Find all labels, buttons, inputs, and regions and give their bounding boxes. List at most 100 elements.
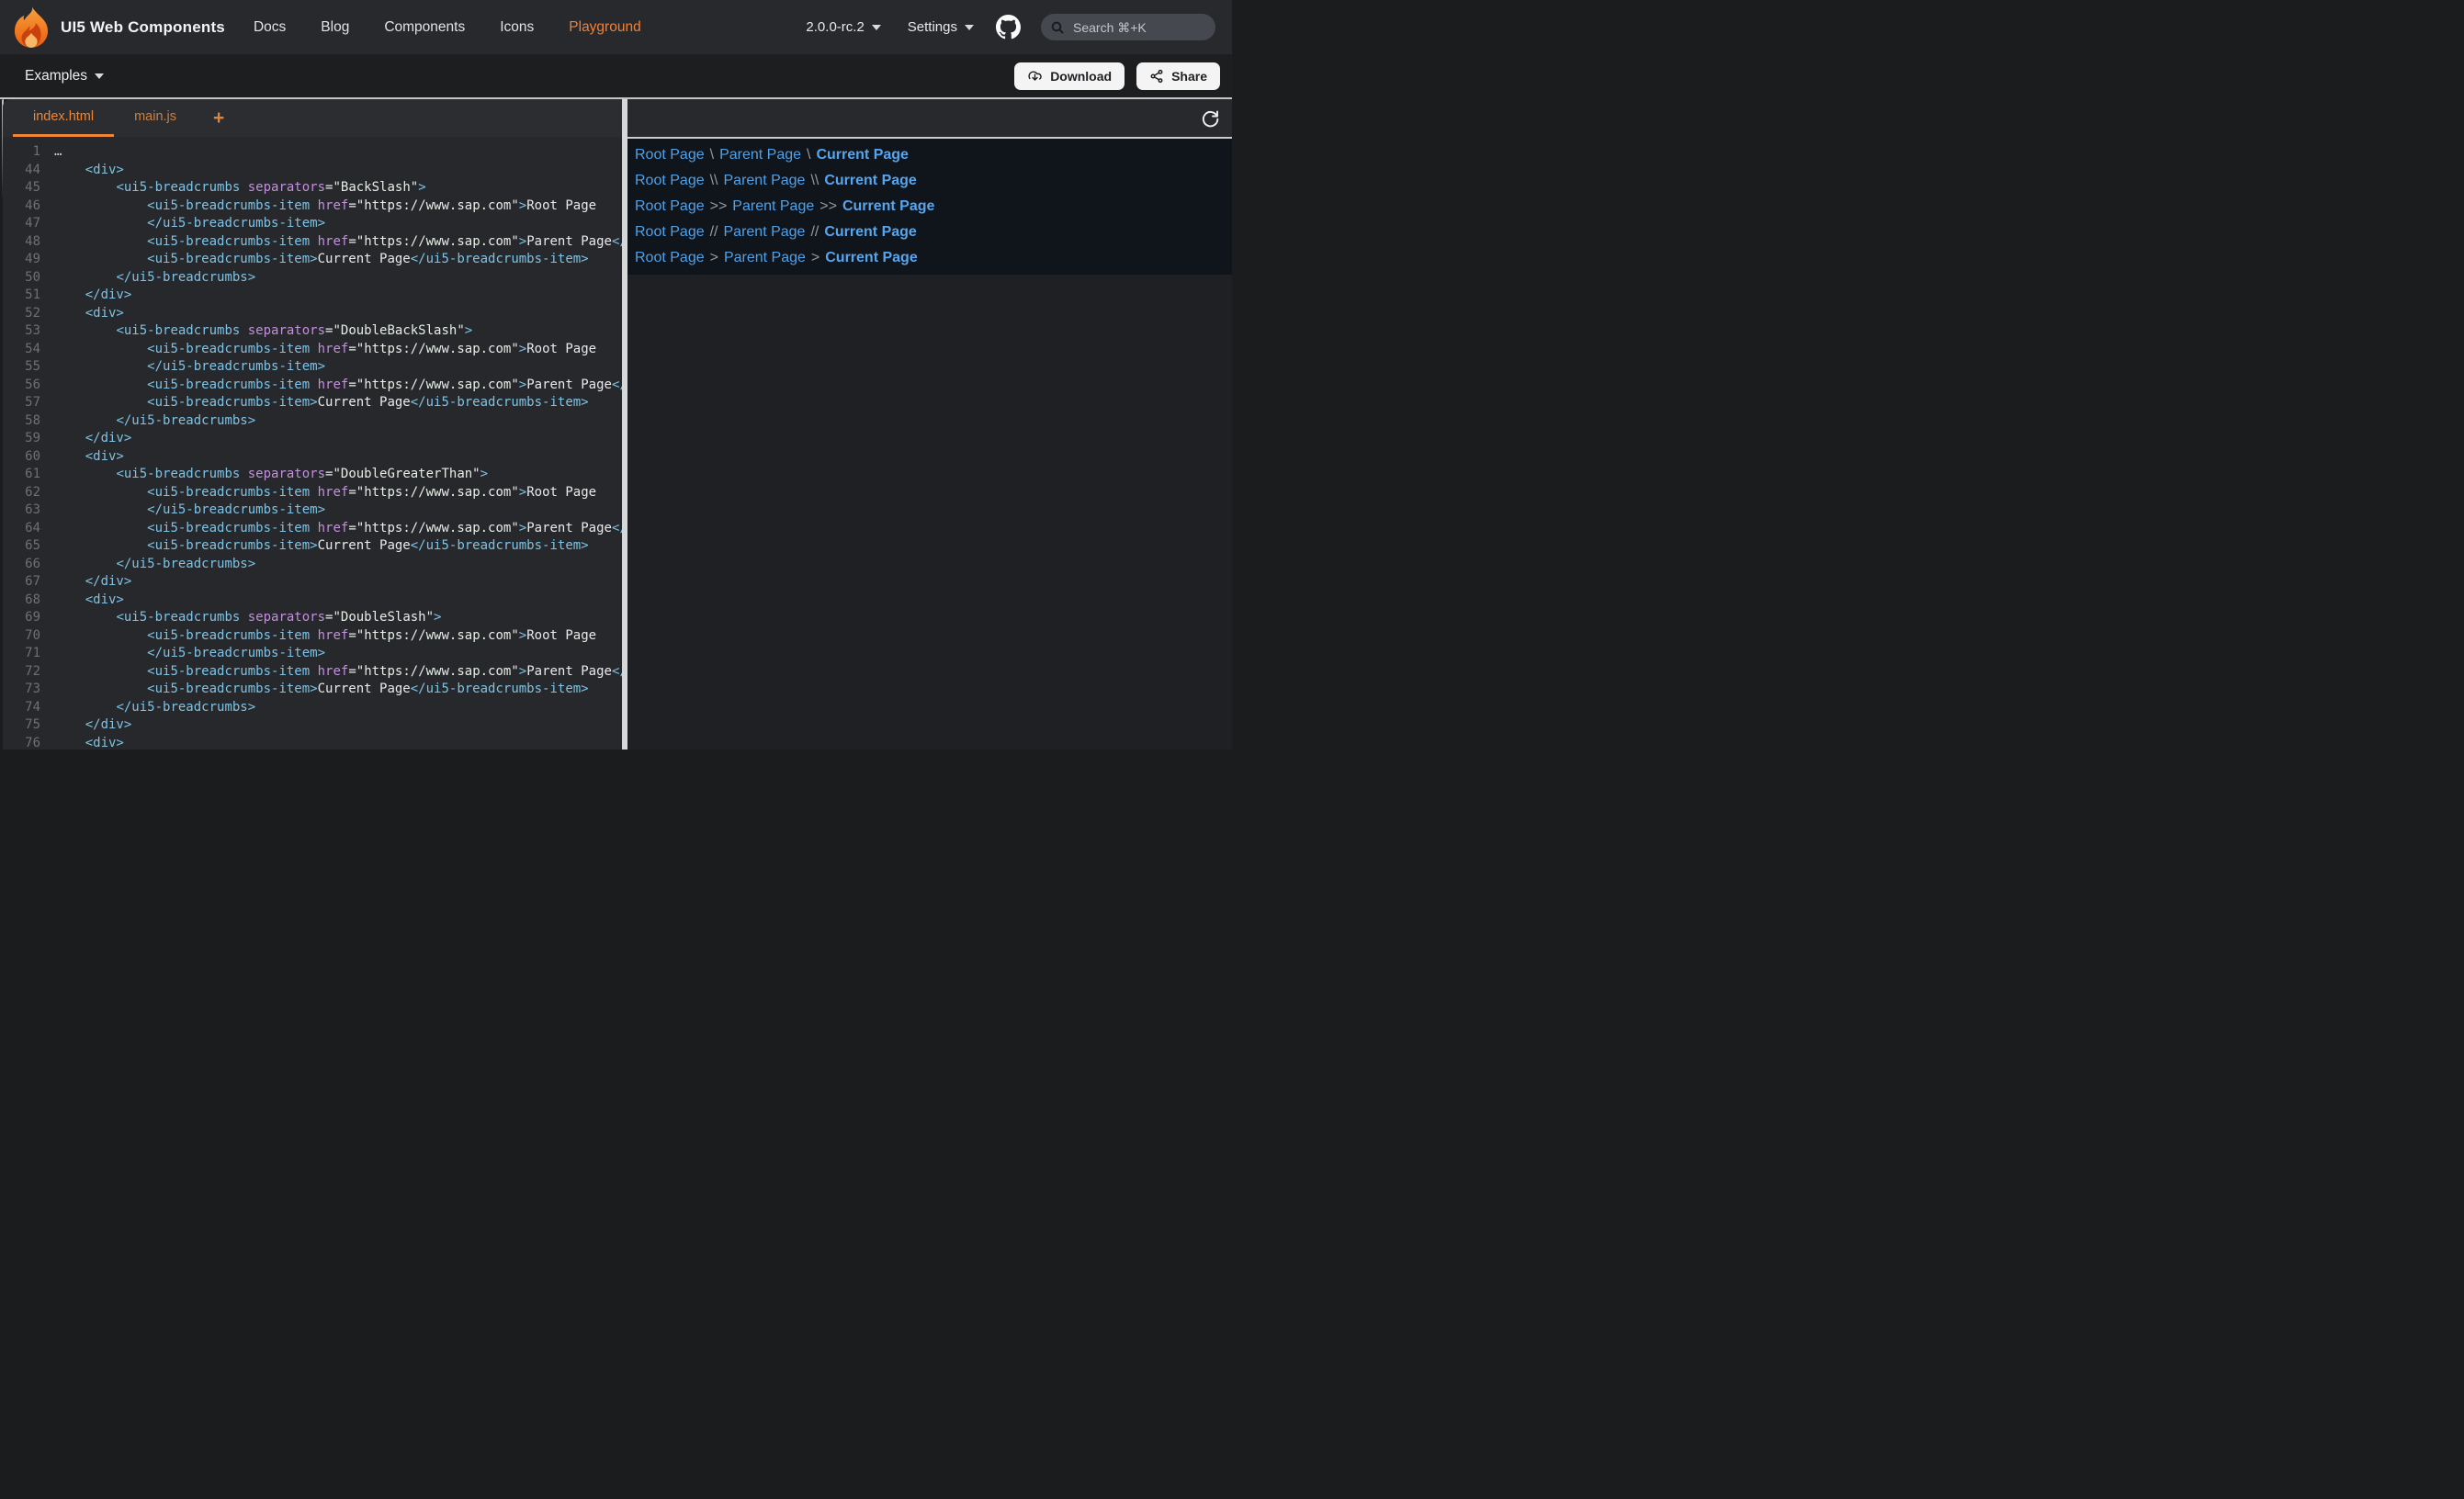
code-line-content: <ui5-breadcrumbs-item href="https://www.… bbox=[54, 485, 596, 500]
breadcrumb-link[interactable]: Parent Page bbox=[719, 147, 801, 163]
line-number: 66 bbox=[16, 556, 40, 574]
breadcrumb-separator: > bbox=[811, 250, 819, 266]
code-line-content: </ui5-breadcrumbs> bbox=[54, 413, 255, 428]
breadcrumb-separator: \ bbox=[710, 147, 714, 163]
line-number: 49 bbox=[16, 251, 40, 269]
code-line: 60 <div> bbox=[16, 448, 622, 467]
breadcrumb-link[interactable]: Root Page bbox=[635, 198, 705, 215]
refresh-button[interactable] bbox=[1200, 108, 1220, 129]
code-line-content: </ui5-breadcrumbs-item> bbox=[54, 646, 325, 660]
breadcrumb-link[interactable]: Parent Page bbox=[732, 198, 814, 215]
breadcrumb-link[interactable]: Root Page bbox=[635, 250, 705, 266]
breadcrumb-link[interactable]: Parent Page bbox=[724, 250, 806, 266]
preview-pane: Root Page\Parent Page\Current PageRoot P… bbox=[627, 99, 1232, 750]
github-icon[interactable] bbox=[996, 15, 1021, 39]
add-tab-button[interactable]: + bbox=[206, 99, 232, 137]
code-line: 67 </div> bbox=[16, 573, 622, 592]
code-line: 52 <div> bbox=[16, 305, 622, 323]
code-line: 58 </ui5-breadcrumbs> bbox=[16, 412, 622, 431]
breadcrumb-separator: // bbox=[810, 224, 819, 241]
code-editor-pane: index.htmlmain.js + 1…44 <div>45 <ui5-br… bbox=[3, 99, 622, 750]
main-nav: Docs Blog Components Icons Playground bbox=[254, 19, 641, 36]
line-number: 55 bbox=[16, 358, 40, 377]
line-number: 72 bbox=[16, 663, 40, 682]
code-line-content: <ui5-breadcrumbs-item href="https://www.… bbox=[54, 628, 596, 643]
brand-title[interactable]: UI5 Web Components bbox=[61, 18, 225, 37]
nav-item-docs[interactable]: Docs bbox=[254, 19, 286, 36]
code-line-content: <ui5-breadcrumbs separators="DoubleBackS… bbox=[54, 323, 472, 338]
breadcrumb-link[interactable]: Parent Page bbox=[724, 173, 806, 189]
code-line: 54 <ui5-breadcrumbs-item href="https://w… bbox=[16, 341, 622, 359]
breadcrumb-link[interactable]: Root Page bbox=[635, 224, 705, 241]
examples-menu-button[interactable]: Examples bbox=[25, 68, 104, 85]
breadcrumb-link[interactable]: Root Page bbox=[635, 173, 705, 189]
code-line-content: … bbox=[54, 144, 62, 159]
breadcrumb-separator: \\ bbox=[810, 173, 819, 189]
ui5-logo-icon[interactable] bbox=[14, 6, 49, 49]
breadcrumb-separator: >> bbox=[819, 198, 837, 215]
code-line-content: <ui5-breadcrumbs-item href="https://www.… bbox=[54, 234, 622, 249]
code-line-content: <ui5-breadcrumbs-item href="https://www.… bbox=[54, 378, 622, 392]
code-line-content: <div> bbox=[54, 736, 124, 750]
code-line: 46 <ui5-breadcrumbs-item href="https://w… bbox=[16, 197, 622, 216]
code-line-content: <ui5-breadcrumbs-item href="https://www.… bbox=[54, 521, 622, 535]
nav-item-playground[interactable]: Playground bbox=[569, 19, 640, 36]
code-editor[interactable]: 1…44 <div>45 <ui5-breadcrumbs separators… bbox=[3, 137, 622, 750]
nav-item-blog[interactable]: Blog bbox=[321, 19, 349, 36]
version-selector[interactable]: 2.0.0-rc.2 bbox=[806, 19, 880, 35]
code-line: 56 <ui5-breadcrumbs-item href="https://w… bbox=[16, 377, 622, 395]
breadcrumb-link[interactable]: Root Page bbox=[635, 147, 705, 163]
line-number: 75 bbox=[16, 716, 40, 735]
line-number: 51 bbox=[16, 287, 40, 305]
nav-item-icons[interactable]: Icons bbox=[500, 19, 534, 36]
share-button[interactable]: Share bbox=[1136, 62, 1220, 90]
code-line-content: </ui5-breadcrumbs> bbox=[54, 557, 255, 571]
settings-menu[interactable]: Settings bbox=[908, 19, 974, 35]
line-number: 50 bbox=[16, 269, 40, 287]
tab-main-js[interactable]: main.js bbox=[114, 99, 197, 137]
breadcrumb-separator: \\ bbox=[710, 173, 718, 189]
search-input[interactable] bbox=[1071, 19, 1206, 36]
tab-index-html[interactable]: index.html bbox=[13, 99, 114, 137]
code-line-content: </ui5-breadcrumbs> bbox=[54, 270, 255, 285]
nav-item-components[interactable]: Components bbox=[384, 19, 465, 36]
code-line: 49 <ui5-breadcrumbs-item>Current Page</u… bbox=[16, 251, 622, 269]
code-line: 62 <ui5-breadcrumbs-item href="https://w… bbox=[16, 484, 622, 502]
breadcrumb-row: Root Page>Parent Page>Current Page bbox=[635, 245, 1232, 271]
code-line: 69 <ui5-breadcrumbs separators="DoubleSl… bbox=[16, 609, 622, 627]
line-number: 59 bbox=[16, 430, 40, 448]
app-header: UI5 Web Components Docs Blog Components Ico… bbox=[0, 0, 1232, 54]
code-line-content: </div> bbox=[54, 431, 131, 445]
code-line-content: <ui5-breadcrumbs-item>Current Page</ui5-… bbox=[54, 682, 589, 696]
chevron-down-icon bbox=[965, 25, 974, 30]
code-line-content: </div> bbox=[54, 717, 131, 732]
line-number: 65 bbox=[16, 537, 40, 556]
line-number: 64 bbox=[16, 520, 40, 538]
line-number: 71 bbox=[16, 645, 40, 663]
download-button[interactable]: Download bbox=[1014, 62, 1125, 90]
line-number: 60 bbox=[16, 448, 40, 467]
examples-label: Examples bbox=[25, 68, 87, 85]
code-line-content: <ui5-breadcrumbs separators="DoubleSlash… bbox=[54, 610, 441, 625]
chevron-down-icon bbox=[95, 73, 104, 79]
line-number: 70 bbox=[16, 627, 40, 646]
code-line: 64 <ui5-breadcrumbs-item href="https://w… bbox=[16, 520, 622, 538]
line-number: 52 bbox=[16, 305, 40, 323]
download-cloud-icon bbox=[1027, 68, 1043, 84]
breadcrumb-current: Current Page bbox=[816, 147, 908, 163]
code-line: 72 <ui5-breadcrumbs-item href="https://w… bbox=[16, 663, 622, 682]
editor-tabs: index.htmlmain.js bbox=[13, 99, 197, 137]
code-line-content: <ui5-breadcrumbs-item href="https://www.… bbox=[54, 198, 596, 213]
code-line-content: <div> bbox=[54, 592, 124, 607]
breadcrumb-link[interactable]: Parent Page bbox=[724, 224, 806, 241]
code-line: 74 </ui5-breadcrumbs> bbox=[16, 699, 622, 717]
line-number: 61 bbox=[16, 466, 40, 484]
breadcrumb-row: Root Page//Parent Page//Current Page bbox=[635, 220, 1232, 245]
preview-toolbar bbox=[627, 99, 1232, 137]
code-line-content: <ui5-breadcrumbs-item>Current Page</ui5-… bbox=[54, 538, 589, 553]
code-line: 65 <ui5-breadcrumbs-item>Current Page</u… bbox=[16, 537, 622, 556]
examples-toolbar: Examples Download Share bbox=[0, 54, 1232, 97]
share-icon bbox=[1149, 69, 1164, 84]
breadcrumb-row: Root Page\Parent Page\Current Page bbox=[635, 142, 1232, 168]
code-line-content: </ui5-breadcrumbs> bbox=[54, 700, 255, 715]
